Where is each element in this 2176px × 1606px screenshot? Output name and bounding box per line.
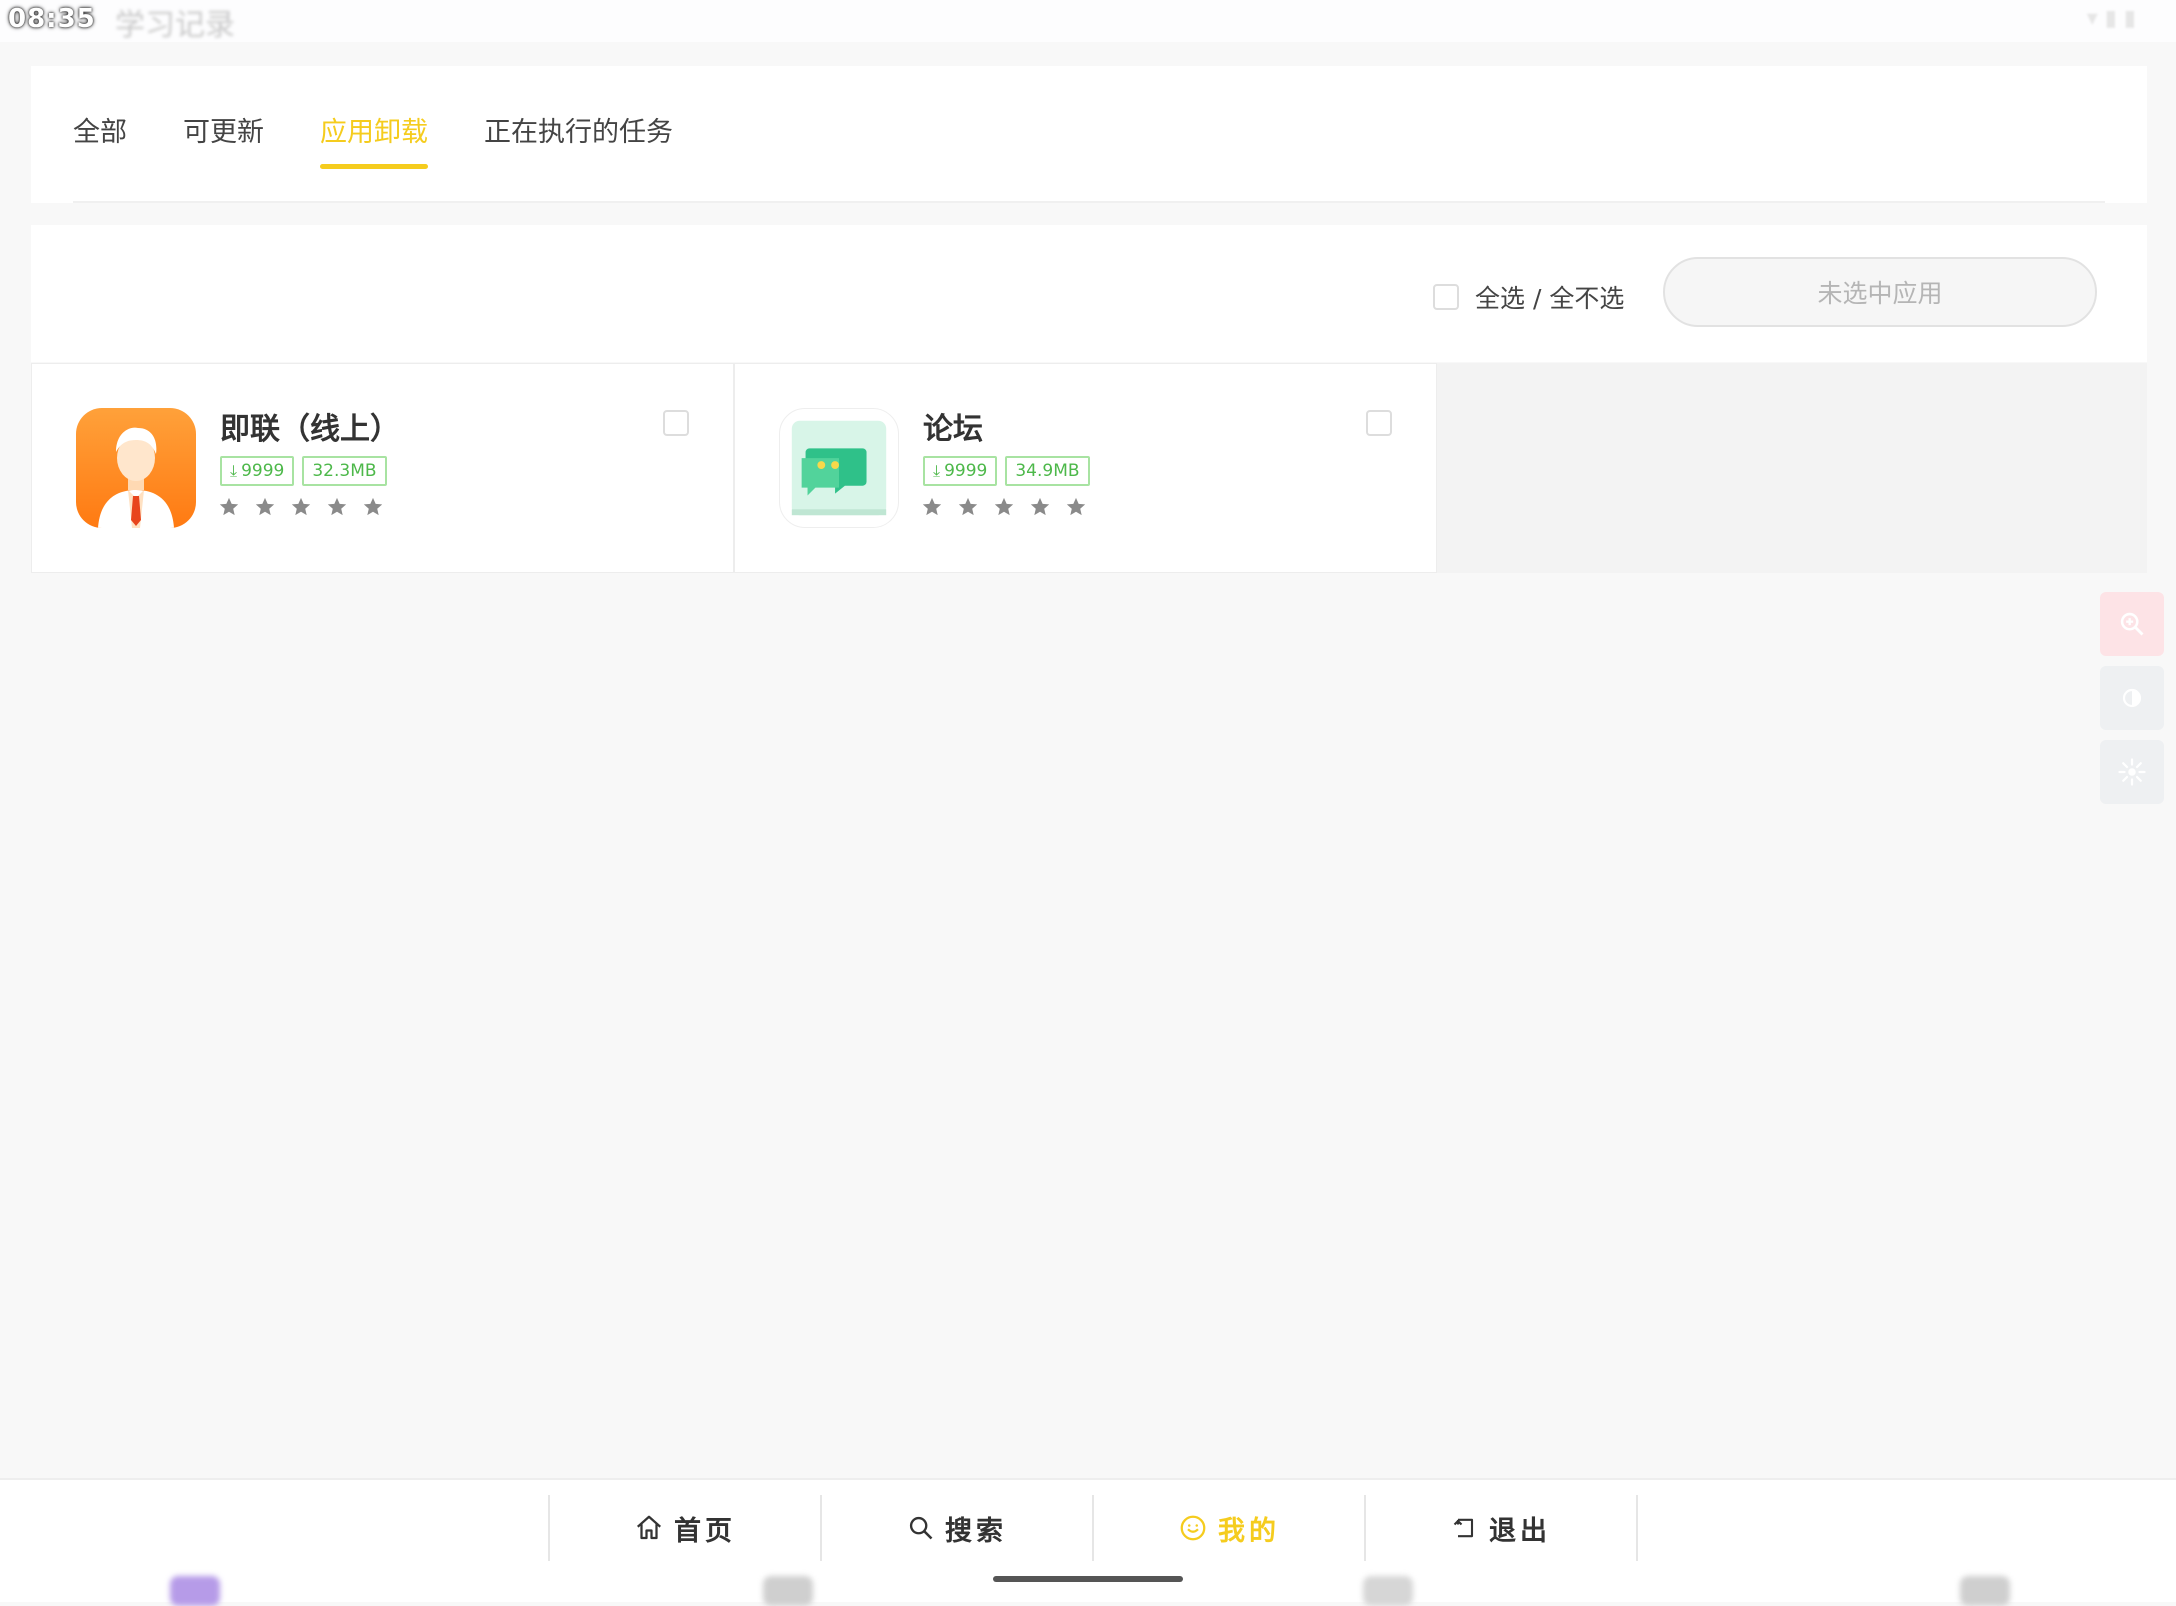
nav-search-label: 搜索 [945,1515,1007,1547]
app-name: 即联（线上） [220,412,400,447]
tabs-card: 全部 可更新 应用卸载 正在执行的任务 [31,66,2147,203]
uninstall-toolbar: 全选 / 全不选 未选中应用 [31,225,2147,362]
star-icon [219,497,239,516]
app-card[interactable]: 论坛 ⤓ 9999 34.9MB [734,363,1437,573]
star-icon [994,497,1014,516]
contrast-icon [2122,688,2142,708]
dock-app-icon[interactable] [1363,1576,1413,1606]
downloads-badge: ⤓ 9999 [923,456,998,486]
rating-stars [921,496,1101,518]
star-icon [958,497,978,516]
exit-icon [1453,1518,1474,1538]
nav-home-label: 首页 [674,1515,736,1547]
bottom-bar: 首页 搜索 我的 退出 [0,1478,2176,1606]
select-all-checkbox[interactable] [1433,284,1459,310]
brightness-icon [2118,758,2146,786]
nav-mine-label: 我的 [1218,1515,1280,1547]
smile-icon [1180,1515,1206,1541]
select-all-toggle[interactable]: 全选 / 全不选 [1433,279,1624,315]
status-bar: 学习记录 08:35 ▾ ▮ ▮ [0,0,2176,43]
app-card[interactable]: 即联（线上） ⤓ 9999 32.3MB [31,363,734,573]
home-indicator[interactable] [993,1576,1183,1582]
downloads-count: 9999 [241,461,285,481]
status-title: 学习记录 [115,8,235,43]
bottom-nav: 首页 搜索 我的 退出 [548,1495,1638,1561]
dock-app-icon[interactable] [763,1576,813,1606]
chat-bubble-icon [779,408,899,528]
star-icon [255,497,275,516]
size-badge: 32.3MB [302,456,387,486]
download-icon: ⤓ [230,461,238,480]
app-tags: ⤓ 9999 32.3MB [220,456,395,486]
tab-bar: 全部 可更新 应用卸载 正在执行的任务 [73,110,729,171]
star-icon [363,497,383,516]
tabs-divider [73,201,2105,203]
app-select-checkbox[interactable] [1366,410,1392,436]
star-icon [922,497,942,516]
star-icon [1066,497,1086,516]
contrast-tool-button[interactable] [2100,666,2164,730]
nav-mine[interactable]: 我的 [1092,1495,1364,1561]
zoom-in-icon [2120,612,2144,636]
tab-uninstall[interactable]: 应用卸载 [320,110,428,171]
select-all-label: 全选 / 全不选 [1475,284,1625,313]
nav-exit[interactable]: 退出 [1364,1495,1638,1561]
rating-stars [218,496,398,518]
app-grid: 即联（线上） ⤓ 9999 32.3MB 论坛 ⤓ 9999 34.9MB [31,363,2147,573]
tab-running-tasks[interactable]: 正在执行的任务 [484,110,673,171]
home-icon [637,1515,661,1540]
star-icon [327,497,347,516]
nav-search[interactable]: 搜索 [820,1495,1092,1561]
size-badge: 34.9MB [1005,456,1090,486]
app-tags: ⤓ 9999 34.9MB [923,456,1098,486]
search-icon [909,1516,933,1540]
star-icon [1030,497,1050,516]
star-icon [291,497,311,516]
status-icons: ▾ ▮ ▮ [2086,6,2136,31]
uninstall-button[interactable]: 未选中应用 [1663,257,2097,327]
downloads-badge: ⤓ 9999 [220,456,295,486]
person-suit-icon [76,408,196,528]
brightness-tool-button[interactable] [2100,740,2164,804]
nav-exit-label: 退出 [1489,1515,1551,1547]
dock-app-icon[interactable] [170,1576,220,1606]
download-icon: ⤓ [933,461,941,480]
zoom-tool-button[interactable] [2100,592,2164,656]
nav-home[interactable]: 首页 [548,1495,820,1561]
tab-all[interactable]: 全部 [73,110,127,171]
status-time: 08:35 [8,4,96,34]
tab-updatable[interactable]: 可更新 [183,110,264,171]
app-name: 论坛 [923,412,983,447]
app-select-checkbox[interactable] [663,410,689,436]
dock-app-icon[interactable] [1960,1576,2010,1606]
downloads-count: 9999 [944,461,988,481]
